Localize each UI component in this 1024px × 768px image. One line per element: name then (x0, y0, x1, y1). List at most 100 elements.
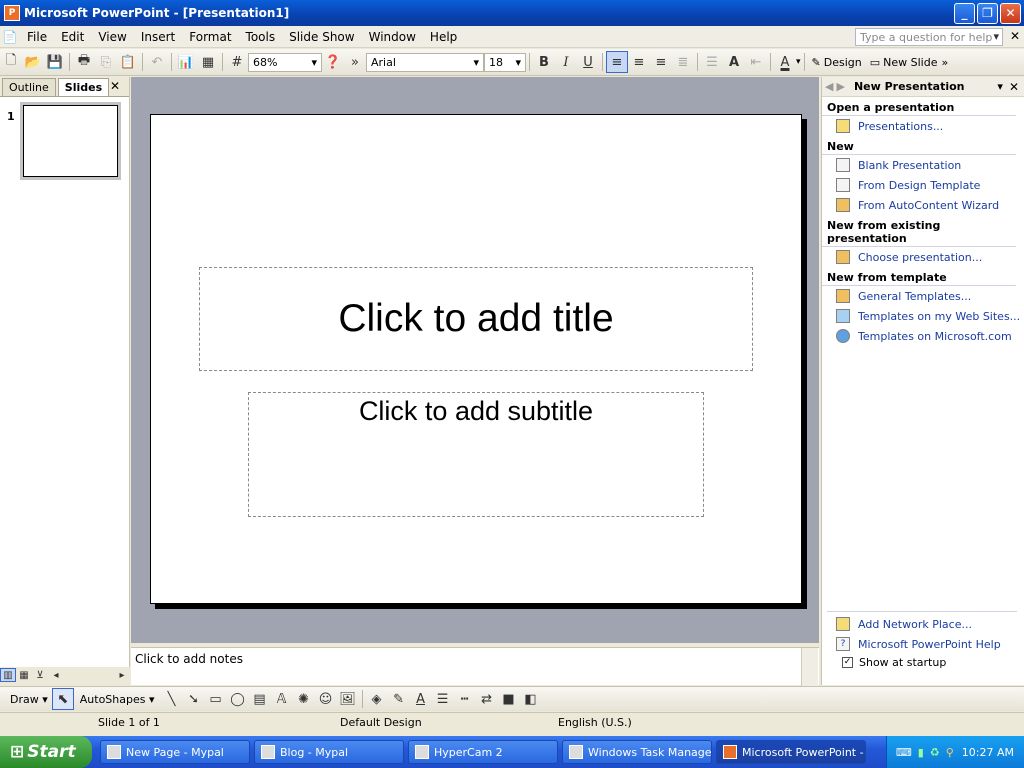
print-icon[interactable]: 🖶 (73, 51, 95, 73)
dash-style-icon[interactable]: ┅ (454, 688, 476, 710)
keyboard-icon[interactable]: ⌨ (896, 746, 912, 759)
font-color-icon[interactable]: A (774, 51, 796, 73)
task-powerpoint[interactable]: Microsoft PowerPoint - ... (716, 740, 866, 764)
decrease-indent-icon[interactable]: ⇤ (745, 51, 767, 73)
diagram-icon[interactable]: ✺ (293, 688, 315, 710)
slide-thumbnail[interactable] (20, 102, 121, 180)
grid-icon[interactable]: # (226, 51, 248, 73)
oval-icon[interactable]: ◯ (227, 688, 249, 710)
arrow-style-icon[interactable]: ⇄ (476, 688, 498, 710)
close-document-icon[interactable]: ✕ (1010, 29, 1020, 43)
link-powerpoint-help[interactable]: ? Microsoft PowerPoint Help (822, 634, 1001, 654)
italic-button[interactable]: I (555, 51, 577, 73)
select-pointer-icon[interactable]: ⬉ (51, 688, 74, 710)
document-icon[interactable]: 📄 (0, 26, 20, 48)
task-hypercam[interactable]: HyperCam 2 (408, 740, 558, 764)
zoom-select[interactable]: 68% ▾ (248, 52, 322, 72)
link-microsoft-templates[interactable]: Templates on Microsoft.com (822, 326, 1024, 346)
table-icon[interactable]: ▦ (197, 51, 219, 73)
copy-icon[interactable]: ⎘ (95, 51, 117, 73)
design-button[interactable]: ✎ Design (808, 56, 866, 69)
line-icon[interactable]: ╲ (161, 688, 183, 710)
line-style-icon[interactable]: ☰ (432, 688, 454, 710)
align-center-icon[interactable]: ≡ (628, 51, 650, 73)
close-task-pane-icon[interactable]: ✕ (1007, 80, 1024, 94)
minimize-button[interactable]: _ (954, 2, 975, 24)
back-icon[interactable]: ◀ (822, 80, 836, 93)
menu-format[interactable]: Format (182, 30, 238, 44)
toolbar-options-icon[interactable]: » (941, 56, 948, 69)
draw-menu[interactable]: Draw ▾ (0, 693, 52, 706)
menu-insert[interactable]: Insert (134, 30, 182, 44)
search-icon[interactable]: ⚲ (946, 746, 954, 759)
save-icon[interactable]: 💾 (44, 51, 66, 73)
menu-file[interactable]: File (20, 30, 54, 44)
align-left-icon[interactable]: ≡ (606, 51, 628, 73)
recycle-icon[interactable]: ♻ (930, 746, 940, 759)
fill-color-icon[interactable]: ◈ (366, 688, 388, 710)
new-icon[interactable]: 🗋 (0, 51, 22, 73)
3d-icon[interactable]: ◧ (520, 688, 542, 710)
tab-slides[interactable]: Slides (57, 78, 110, 96)
underline-button[interactable]: U (577, 51, 599, 73)
close-button[interactable]: ✕ (1000, 2, 1021, 24)
startup-checkbox[interactable]: ✓ (842, 657, 853, 668)
slide-sorter-icon[interactable]: ▦ (16, 668, 32, 682)
menu-help[interactable]: Help (423, 30, 464, 44)
link-presentations[interactable]: Presentations... (822, 116, 1024, 136)
paste-icon[interactable]: 📋 (117, 51, 139, 73)
toolbar-options-icon[interactable]: » (344, 51, 366, 73)
help-search-input[interactable]: Type a question for help ▾ (855, 28, 1003, 46)
link-blank-presentation[interactable]: Blank Presentation (822, 155, 1024, 175)
textbox-icon[interactable]: ▤ (249, 688, 271, 710)
arrow-icon[interactable]: ➘ (183, 688, 205, 710)
line-color-icon[interactable]: ✎ (388, 688, 410, 710)
link-choose-presentation[interactable]: Choose presentation... (822, 247, 1024, 267)
powerpoint-app-icon[interactable]: P (4, 5, 20, 21)
menu-slide-show[interactable]: Slide Show (282, 30, 361, 44)
link-design-template[interactable]: From Design Template (822, 175, 1024, 195)
scroll-right-icon[interactable]: ▸ (114, 668, 130, 682)
align-right-icon[interactable]: ≡ (650, 51, 672, 73)
font-size-select[interactable]: 18 ▾ (484, 52, 526, 72)
menu-view[interactable]: View (91, 30, 133, 44)
font-select[interactable]: Arial ▾ (366, 52, 484, 72)
chevron-down-icon[interactable]: ▾ (796, 57, 801, 67)
picture-icon[interactable]: 🖼 (337, 688, 359, 710)
justify-icon[interactable]: ≣ (672, 51, 694, 73)
task-task-manager[interactable]: Windows Task Manager (562, 740, 712, 764)
menu-edit[interactable]: Edit (54, 30, 91, 44)
increase-font-icon[interactable]: A (723, 51, 745, 73)
tab-outline[interactable]: Outline (2, 78, 56, 96)
network-icon[interactable]: ▮ (918, 746, 924, 759)
chevron-down-icon[interactable]: ▾ (993, 30, 999, 43)
clipart-icon[interactable]: ☺ (315, 688, 337, 710)
notes-scrollbar[interactable] (801, 648, 818, 686)
scroll-left-icon[interactable]: ◂ (48, 668, 64, 682)
close-pane-icon[interactable]: ✕ (110, 79, 120, 93)
notes-pane[interactable]: Click to add notes (131, 647, 819, 686)
rectangle-icon[interactable]: ▭ (205, 688, 227, 710)
subtitle-placeholder[interactable]: Click to add subtitle (248, 392, 704, 517)
slideshow-icon[interactable]: ⊻ (32, 668, 48, 682)
show-at-startup-option[interactable]: ✓ Show at startup (842, 656, 946, 669)
slide-canvas[interactable]: Click to add title Click to add subtitle (150, 114, 802, 604)
title-placeholder[interactable]: Click to add title (199, 267, 753, 371)
task-blog-mypal[interactable]: Blog - Mypal (254, 740, 404, 764)
chart-icon[interactable]: 📊 (175, 51, 197, 73)
link-general-templates[interactable]: General Templates... (822, 286, 1024, 306)
bullets-icon[interactable]: ☰ (701, 51, 723, 73)
new-slide-button[interactable]: ▭ New Slide (866, 56, 942, 69)
menu-window[interactable]: Window (362, 30, 423, 44)
wordart-icon[interactable]: 𝔸 (271, 688, 293, 710)
menu-tools[interactable]: Tools (239, 30, 283, 44)
font-color-icon[interactable]: A (410, 688, 432, 710)
open-icon[interactable]: 📂 (22, 51, 44, 73)
link-autocontent-wizard[interactable]: From AutoContent Wizard (822, 195, 1024, 215)
chevron-down-icon[interactable]: ▾ (993, 80, 1007, 93)
autoshapes-menu[interactable]: AutoShapes ▾ (74, 693, 161, 706)
forward-icon[interactable]: ▶ (836, 80, 847, 93)
link-add-network-place[interactable]: Add Network Place... (822, 614, 972, 634)
restore-button[interactable]: ❐ (977, 2, 998, 24)
bold-button[interactable]: B (533, 51, 555, 73)
